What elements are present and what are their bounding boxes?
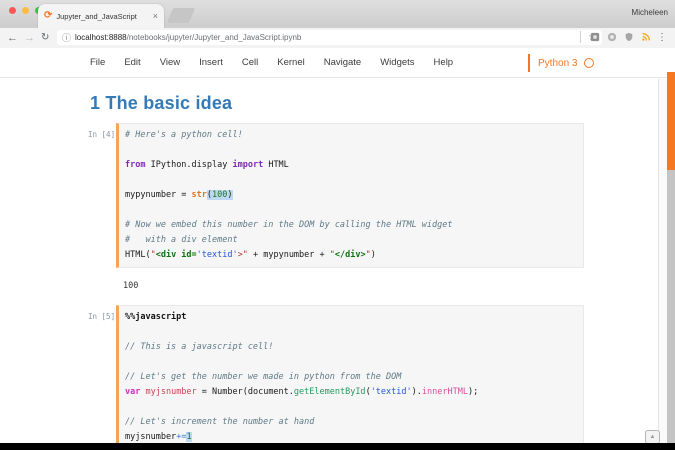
input-prompt: In [4]: — [88, 130, 120, 139]
menu-navigate[interactable]: Navigate — [324, 57, 362, 68]
url-path: /notebooks/jupyter/Jupyter_and_JavaScrip… — [126, 33, 302, 42]
menu-widgets[interactable]: Widgets — [380, 57, 414, 68]
kernel-name: Python 3 — [538, 57, 578, 69]
forward-icon[interactable]: → — [24, 30, 35, 46]
menu-file[interactable]: File — [90, 57, 105, 68]
code-editor[interactable]: # Here's a python cell! from IPython.dis… — [116, 123, 584, 268]
menu-kernel[interactable]: Kernel — [277, 57, 304, 68]
notebook-menubar: File Edit View Insert Cell Kernel Naviga… — [0, 48, 675, 78]
browser-tab[interactable]: ⟳ Jupyter_and_JavaScript × — [38, 4, 164, 28]
reload-icon[interactable]: ↻ — [41, 30, 49, 46]
url-bar[interactable]: ⓘ localhost:8888/notebooks/jupyter/Jupyt… — [57, 30, 602, 45]
code-cell-2: In [5]: %%javascript // This is a javasc… — [88, 305, 659, 443]
right-edge-orange-strip — [667, 72, 675, 170]
bottom-black-bar — [0, 443, 675, 450]
window-titlebar: ⟳ Jupyter_and_JavaScript × Micheleen — [0, 0, 675, 29]
input-prompt: In [5]: — [88, 312, 120, 321]
extension-square-icon[interactable] — [589, 32, 600, 43]
tab-close-icon[interactable]: × — [153, 11, 158, 21]
page-info-icon[interactable]: ⓘ — [62, 31, 71, 44]
browser-toolbar: ← → ↻ ⓘ localhost:8888/notebooks/jupyter… — [0, 28, 675, 49]
rss-feed-icon[interactable] — [640, 32, 651, 43]
menu-view[interactable]: View — [160, 57, 180, 68]
extension-circle-icon[interactable] — [606, 32, 617, 43]
menu-insert[interactable]: Insert — [199, 57, 223, 68]
cell-output: 100 — [123, 281, 139, 291]
scroll-badge-icon[interactable]: ▲ — [645, 430, 660, 444]
code-cell-1: In [4]: # Here's a python cell! from IPy… — [88, 123, 659, 268]
extension-shield-icon[interactable] — [623, 32, 634, 43]
code-editor[interactable]: %%javascript // This is a javascript cel… — [116, 305, 584, 443]
jupyter-favicon-icon: ⟳ — [44, 10, 53, 21]
close-window-icon[interactable] — [9, 7, 16, 14]
menu-help[interactable]: Help — [434, 57, 454, 68]
markdown-heading: 1 The basic idea — [90, 93, 233, 113]
kernel-indicator: Python 3 — [528, 54, 595, 72]
browser-menu-icon[interactable]: ⋮ — [657, 32, 667, 43]
minimize-window-icon[interactable] — [22, 7, 29, 14]
browser-profile-name[interactable]: Micheleen — [632, 8, 668, 17]
menu-edit[interactable]: Edit — [124, 57, 140, 68]
badge-glyph: ▲ — [649, 434, 656, 440]
notebook-container: 1 The basic idea In [4]: # Here's a pyth… — [0, 79, 659, 443]
new-tab-button[interactable] — [166, 8, 196, 23]
right-edge-gray-strip — [667, 170, 675, 443]
menu-cell[interactable]: Cell — [242, 57, 258, 68]
extension-icons: ⋮ — [580, 31, 667, 43]
tab-title: Jupyter_and_JavaScript — [56, 11, 137, 21]
kernel-idle-icon — [584, 58, 595, 68]
url-host: localhost:8888 — [75, 33, 127, 42]
url-text[interactable]: localhost:8888/notebooks/jupyter/Jupyter… — [75, 33, 584, 42]
toolbar-separator — [580, 31, 581, 43]
back-icon[interactable]: ← — [7, 30, 18, 46]
